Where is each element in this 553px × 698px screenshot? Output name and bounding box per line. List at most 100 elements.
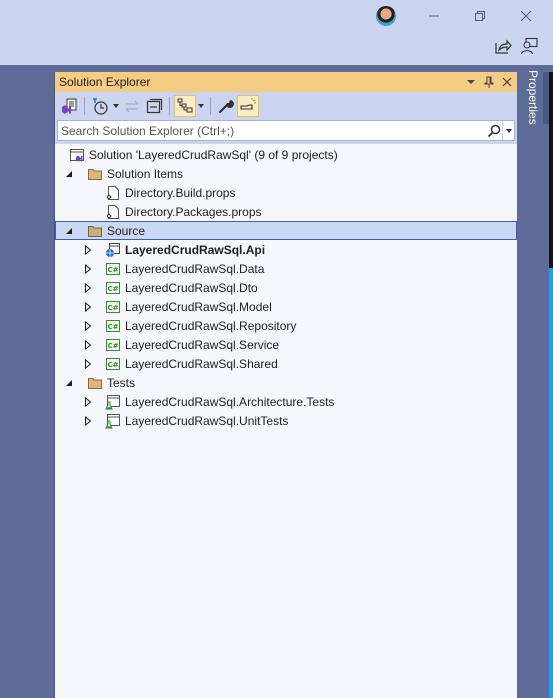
close-window-button[interactable] xyxy=(511,4,541,28)
tree-item-solution-items[interactable]: Solution Items xyxy=(55,164,517,183)
expanded-arrow-icon[interactable] xyxy=(63,168,75,180)
tree-item-project[interactable]: LayeredCrudRawSql.Architecture.Tests xyxy=(55,392,517,411)
tree-item-file[interactable]: Directory.Build.props xyxy=(55,183,517,202)
folder-icon xyxy=(87,375,103,391)
collapsed-arrow-icon[interactable] xyxy=(82,244,94,256)
csharp-project-icon: C# xyxy=(105,356,121,372)
close-icon xyxy=(502,77,512,87)
collapse-all-button[interactable] xyxy=(143,95,165,117)
chevron-down-icon xyxy=(505,128,512,133)
close-icon xyxy=(520,10,532,22)
csharp-project-icon: C# xyxy=(105,280,121,296)
tree-item-label: LayeredCrudRawSql.Architecture.Tests xyxy=(125,394,335,409)
preview-selected-items-button[interactable] xyxy=(237,95,259,117)
collapsed-arrow-icon[interactable] xyxy=(82,415,94,427)
show-all-files-dropdown[interactable] xyxy=(196,95,206,117)
csharp-project-icon: C# xyxy=(105,318,121,334)
toolbar-separator xyxy=(84,97,85,115)
tree-item-project[interactable]: C# LayeredCrudRawSql.Repository xyxy=(55,316,517,335)
tree-item-label: Tests xyxy=(107,375,136,390)
search-options-dropdown[interactable] xyxy=(502,121,514,140)
collapsed-arrow-icon[interactable] xyxy=(82,320,94,332)
chevron-down-icon xyxy=(113,104,119,108)
tree-item-label: Solution 'LayeredCrudRawSql' (9 of 9 pro… xyxy=(89,147,338,162)
tree-item-project[interactable]: C# LayeredCrudRawSql.Model xyxy=(55,297,517,316)
switch-views-button[interactable] xyxy=(58,95,80,117)
pending-changes-dropdown[interactable] xyxy=(111,95,121,117)
properties-side-tab[interactable]: Properties xyxy=(522,70,544,140)
tree-item-project[interactable]: C# LayeredCrudRawSql.Shared xyxy=(55,354,517,373)
tree-item-solution[interactable]: Solution 'LayeredCrudRawSql' (9 of 9 pro… xyxy=(55,145,517,164)
tree-item-project[interactable]: LayeredCrudRawSql.Api xyxy=(55,240,517,259)
properties-button[interactable] xyxy=(215,95,237,117)
toolbar-separator xyxy=(210,97,211,115)
restore-icon xyxy=(475,11,485,21)
tree-item-label: Directory.Build.props xyxy=(125,185,236,200)
minimize-button[interactable] xyxy=(419,4,449,28)
collapsed-arrow-icon[interactable] xyxy=(82,282,94,294)
collapsed-arrow-icon[interactable] xyxy=(82,263,94,275)
tree-item-project[interactable]: LayeredCrudRawSql.UnitTests xyxy=(55,411,517,430)
search-bar xyxy=(55,120,517,144)
tree-item-file[interactable]: Directory.Packages.props xyxy=(55,202,517,221)
collapsed-arrow-icon[interactable] xyxy=(82,339,94,351)
solution-tree: Solution 'LayeredCrudRawSql' (9 of 9 pro… xyxy=(55,144,517,430)
svg-text:C#: C# xyxy=(107,323,118,331)
pin-button[interactable] xyxy=(481,74,497,90)
search-input[interactable] xyxy=(58,123,486,138)
tree-item-source[interactable]: Source xyxy=(55,221,517,240)
tree-item-project[interactable]: C# LayeredCrudRawSql.Dto xyxy=(55,278,517,297)
test-project-icon xyxy=(105,413,121,429)
pin-icon xyxy=(484,76,494,88)
collapsed-arrow-icon[interactable] xyxy=(82,301,94,313)
tree-item-label: Solution Items xyxy=(107,166,184,181)
feedback-icon xyxy=(520,37,538,55)
feedback-button[interactable] xyxy=(520,37,542,57)
pending-changes-filter-button[interactable] xyxy=(89,95,111,117)
panel-header: Solution Explorer xyxy=(55,72,517,92)
tree-item-project[interactable]: C# LayeredCrudRawSql.Service xyxy=(55,335,517,354)
tree-item-tests[interactable]: Tests xyxy=(55,373,517,392)
collapsed-arrow-icon[interactable] xyxy=(82,358,94,370)
expanded-arrow-icon[interactable] xyxy=(63,377,75,389)
vs-solution-icon xyxy=(62,98,77,114)
tree-item-label: Directory.Packages.props xyxy=(125,204,262,219)
search-button[interactable] xyxy=(486,123,502,139)
props-file-icon xyxy=(105,185,121,201)
csharp-project-icon: C# xyxy=(105,337,121,353)
svg-text:C#: C# xyxy=(107,266,118,274)
minimize-icon xyxy=(429,15,439,17)
window-edge-dark xyxy=(549,72,553,268)
restore-button[interactable] xyxy=(465,4,495,28)
test-project-icon xyxy=(105,394,121,410)
svg-text:C#: C# xyxy=(107,342,118,350)
window-position-button[interactable] xyxy=(463,74,479,90)
folder-icon xyxy=(87,166,103,182)
properties-tab-label: Properties xyxy=(526,70,540,125)
tree-item-project[interactable]: C# LayeredCrudRawSql.Data xyxy=(55,259,517,278)
close-panel-button[interactable] xyxy=(499,74,515,90)
svg-text:C#: C# xyxy=(107,304,118,312)
svg-text:C#: C# xyxy=(107,285,118,293)
folder-icon xyxy=(87,223,103,239)
preview-icon xyxy=(240,98,256,110)
live-share-icon xyxy=(495,39,512,54)
tree-item-label: LayeredCrudRawSql.Model xyxy=(125,299,272,314)
user-avatar[interactable] xyxy=(376,6,396,26)
tree-item-label: LayeredCrudRawSql.Service xyxy=(125,337,280,352)
solution-icon xyxy=(69,147,85,163)
chevron-down-icon xyxy=(467,80,475,84)
live-share-button[interactable] xyxy=(494,37,516,57)
sync-with-document-button[interactable] xyxy=(121,95,143,117)
sync-arrows-icon xyxy=(125,100,139,113)
expanded-arrow-icon[interactable] xyxy=(63,225,75,237)
collapsed-arrow-icon[interactable] xyxy=(82,396,94,408)
show-all-files-button[interactable] xyxy=(174,95,196,117)
wrench-icon xyxy=(218,100,234,114)
title-bar xyxy=(0,0,553,65)
tree-item-label: LayeredCrudRawSql.Repository xyxy=(125,318,297,333)
tree-item-label: LayeredCrudRawSql.UnitTests xyxy=(125,413,289,428)
search-icon xyxy=(487,124,501,137)
chevron-down-icon xyxy=(198,104,204,108)
tree-item-label: LayeredCrudRawSql.Data xyxy=(125,261,265,276)
